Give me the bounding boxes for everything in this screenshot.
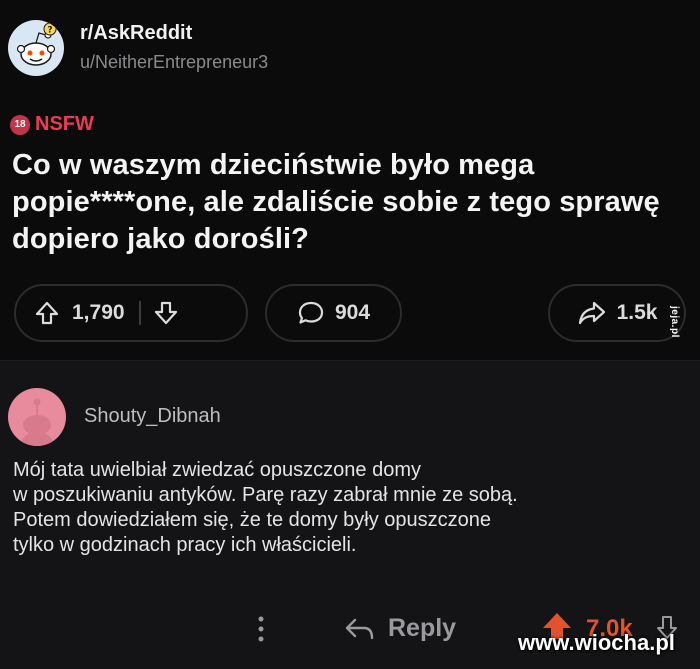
nsfw-label: NSFW [35, 113, 94, 135]
nsfw-18-icon: 18 [10, 114, 30, 135]
share-count: 1.5k [616, 301, 658, 324]
reply-label: Reply [388, 614, 457, 642]
upvote-count: 1,790 [72, 301, 125, 324]
jeja-watermark: jeja.pl [669, 306, 680, 338]
vote-divider [138, 301, 141, 325]
more-icon[interactable] [254, 614, 268, 649]
nsfw-tag: 18 NSFW [10, 113, 94, 136]
post-title: Co w waszym dzieciństwie było mega popie… [12, 149, 660, 255]
subreddit-avatar[interactable]: ? [8, 20, 64, 76]
comment-body: Mój tata uwielbiał zwiedzać opuszczone d… [13, 459, 518, 556]
svg-text:?: ? [47, 26, 52, 36]
commenter-avatar[interactable] [8, 388, 66, 446]
wiocha-watermark: www.wiocha.pl [518, 630, 675, 655]
reply-button[interactable]: Reply [344, 614, 456, 643]
reply-icon [345, 618, 374, 639]
comment-username[interactable]: Shouty_Dibnah [84, 405, 221, 428]
snoo-icon: ? [16, 22, 57, 66]
comment-icon [297, 300, 325, 326]
share-icon [577, 300, 607, 326]
snoo-avatar-icon [21, 398, 53, 446]
downvote-icon[interactable] [153, 300, 179, 326]
comments-button[interactable]: 904 [265, 284, 402, 342]
subreddit-name[interactable]: r/AskReddit [80, 22, 192, 45]
vote-pill: 1,790 [14, 284, 248, 342]
upvote-icon[interactable] [34, 300, 60, 326]
comment-count: 904 [334, 301, 371, 324]
post-author[interactable]: u/NeitherEntrepreneur3 [80, 52, 268, 73]
share-button[interactable]: 1.5k [548, 284, 686, 342]
